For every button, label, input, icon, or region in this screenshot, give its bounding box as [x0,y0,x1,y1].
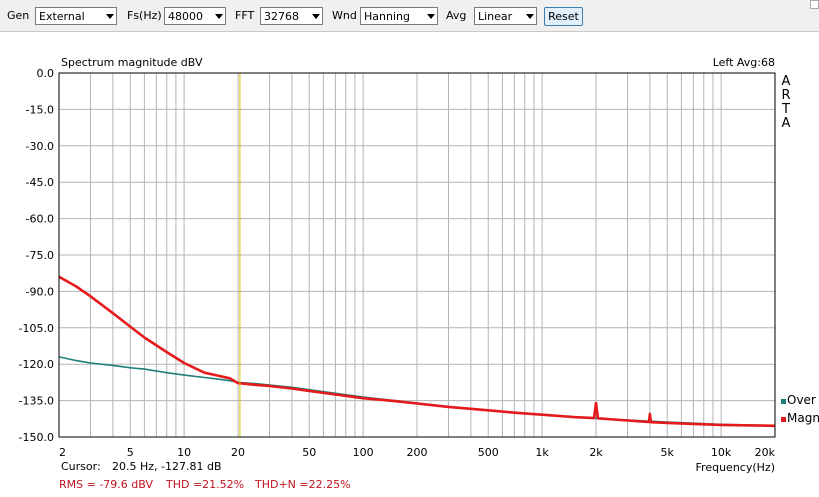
gen-select[interactable]: External [35,7,117,25]
fft-label: FFT [235,9,255,22]
x-tick-label: 2 [59,446,66,459]
y-tick-label: -135.0 [19,395,54,408]
x-tick-label: 100 [353,446,374,459]
legend-label: Magn [787,411,819,425]
chevron-down-icon [312,14,320,19]
grid [58,72,776,438]
fft-select[interactable]: 32768 [260,7,323,25]
watermark-letter: T [781,102,790,117]
wnd-label: Wnd [332,9,357,22]
x-axis-label: Frequency(Hz) [696,461,775,474]
legend-label: Over [787,393,816,407]
window-close-button[interactable] [810,0,819,9]
avg-select[interactable]: Linear [474,7,537,25]
fs-label: Fs(Hz) [127,9,162,22]
chart-title: Spectrum magnitude dBV [61,56,203,69]
reset-button[interactable]: Reset [544,7,583,26]
chevron-down-icon [526,14,534,19]
thd-readout: THD =21.52% [165,478,244,491]
x-tick-label: 5k [661,446,675,459]
legend-swatch [781,417,786,422]
toolbar: Gen External Fs(Hz) 48000 FFT 32768 Wnd … [0,0,819,32]
thdn-readout: THD+N =22.25% [254,478,351,491]
x-tick-label: 20k [755,446,776,459]
watermark-letter: R [781,88,790,103]
y-tick-label: -15.0 [26,103,54,116]
legend-swatch [781,399,786,404]
x-tick-labels: 2 5 10 20 50 100 200 500 1k 2k 5k 10k 20k [59,446,776,459]
legend: Over Magn [781,393,819,425]
wnd-select[interactable]: Hanning [360,7,438,25]
y-tick-label: -150.0 [19,431,54,444]
wnd-select-value: Hanning [364,10,410,23]
y-tick-label: -30.0 [26,140,54,153]
rms-readout: RMS = -79.6 dBV [59,478,153,491]
y-tick-labels: 0.0 -15.0 -30.0 -45.0 -60.0 -75.0 -90.0 -105.0 -… [19,67,54,444]
x-tick-label: 5 [127,446,134,459]
x-tick-label: 10 [177,446,191,459]
gen-label: Gen [7,9,30,22]
chevron-down-icon [215,14,223,19]
fs-select-value: 48000 [168,10,203,23]
watermark-letter: A [782,116,791,131]
x-tick-label: 50 [302,446,316,459]
arta-watermark: ARTA [781,74,791,131]
x-tick-label: 200 [407,446,428,459]
chevron-down-icon [427,14,435,19]
avg-select-value: Linear [478,10,513,23]
y-tick-label: -75.0 [26,249,54,262]
fft-select-value: 32768 [264,10,299,23]
y-tick-label: 0.0 [37,67,55,80]
gen-select-value: External [39,10,85,23]
x-tick-label: 10k [711,446,732,459]
y-tick-label: -120.0 [19,358,54,371]
channel-info: Left Avg:68 [713,56,775,69]
avg-label: Avg [446,9,467,22]
y-tick-label: -60.0 [26,213,54,226]
cursor-readout: 20.5 Hz, -127.81 dB [112,460,222,473]
watermark-letter: A [782,74,791,89]
cursor-label: Cursor: [61,460,101,473]
y-tick-label: -45.0 [26,176,54,189]
y-tick-label: -105.0 [19,322,54,335]
spectrum-chart: Spectrum magnitude dBV Left Avg:68 ARTA … [19,56,819,491]
chevron-down-icon [106,14,114,19]
x-tick-label: 2k [589,446,603,459]
x-tick-label: 500 [478,446,499,459]
fs-select[interactable]: 48000 [164,7,226,25]
y-tick-label: -90.0 [26,285,54,298]
x-tick-label: 1k [535,446,549,459]
x-tick-label: 20 [231,446,245,459]
